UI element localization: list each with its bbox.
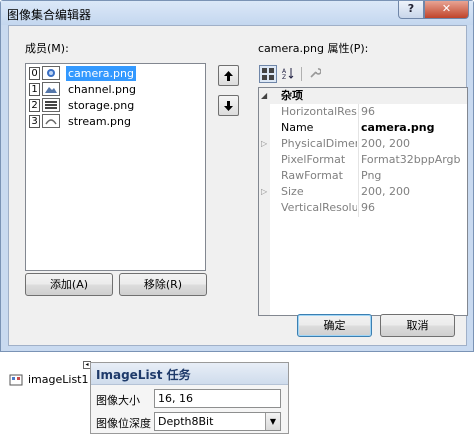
property-pages-button[interactable] (306, 65, 324, 83)
arrow-up-icon (224, 71, 233, 81)
members-label: 成员(M): (25, 42, 69, 55)
property-value: 96 (361, 201, 375, 214)
property-value: 200, 200 (361, 185, 410, 198)
item-index: 3 (29, 115, 40, 128)
property-value: Format32bppArgb (361, 153, 461, 166)
image-size-label: 图像大小 (96, 394, 140, 407)
remove-button[interactable]: 移除(R) (119, 273, 207, 296)
expand-icon[interactable]: ▷ (261, 184, 267, 200)
move-down-button[interactable] (218, 95, 239, 116)
property-name: PhysicalDimension (281, 137, 357, 150)
component-name: imageList1 (28, 373, 89, 386)
category-name: 杂项 (281, 89, 303, 102)
svg-text:Z: Z (282, 74, 286, 79)
item-index: 2 (29, 99, 40, 112)
expand-icon[interactable]: ▷ (261, 136, 267, 152)
properties-label: camera.png 属性(P): (258, 42, 369, 55)
categorized-button[interactable] (259, 65, 277, 83)
item-name: storage.png (68, 99, 135, 112)
property-grid: ◢ 杂项 HorizontalResolution 96 Name camera… (258, 87, 468, 316)
bit-depth-select[interactable]: Depth8Bit ▼ (154, 412, 281, 431)
list-item[interactable]: 2 storage.png (27, 98, 204, 113)
categorized-icon (262, 68, 274, 80)
property-row[interactable]: VerticalResolution 96 (270, 200, 467, 216)
collapse-icon[interactable]: ◢ (261, 88, 267, 104)
category-row[interactable]: ◢ 杂项 (261, 88, 467, 104)
property-name: PixelFormat (281, 153, 346, 166)
property-value: 200, 200 (361, 137, 410, 150)
image-size-input[interactable]: 16, 16 (154, 389, 281, 408)
ok-button[interactable]: 确定 (297, 314, 372, 337)
property-value: 96 (361, 105, 375, 118)
image-collection-editor-dialog: 图像集合编辑器 ? ✕ 成员(M): 0 camera.png 1 channe… (0, 0, 474, 352)
property-row[interactable]: RawFormat Png (270, 168, 467, 184)
property-name: RawFormat (281, 169, 343, 182)
component-imagelist1[interactable]: imageList1 (9, 371, 89, 391)
property-name: Name (281, 121, 314, 134)
property-name: Size (281, 185, 304, 198)
list-item[interactable]: 3 stream.png (27, 114, 204, 129)
add-button[interactable]: 添加(A) (25, 273, 113, 296)
list-item[interactable]: 1 channel.png (27, 82, 204, 97)
property-row[interactable]: Name camera.png (270, 120, 467, 136)
item-name: camera.png (66, 66, 136, 81)
arrow-down-icon (224, 101, 233, 111)
camera-thumbnail-icon (42, 66, 60, 80)
dialog-client-area: 成员(M): 0 camera.png 1 channel.png 2 stor… (8, 25, 468, 346)
property-grid-toolbar: AZ (258, 63, 468, 85)
wrench-icon (310, 68, 322, 78)
members-listbox[interactable]: 0 camera.png 1 channel.png 2 storage.png (25, 63, 206, 271)
property-row[interactable]: ▷ Size 200, 200 (261, 184, 467, 200)
property-grid-gutter (259, 88, 270, 315)
move-up-button[interactable] (218, 65, 239, 86)
cancel-button[interactable]: 取消 (380, 314, 455, 337)
property-row[interactable]: ▷ PhysicalDimension 200, 200 (261, 136, 467, 152)
sort-alphabetical-icon: AZ (282, 68, 294, 81)
tasks-title: ImageList 任务 (96, 368, 191, 382)
item-index: 0 (29, 67, 40, 80)
property-value: camera.png (361, 121, 435, 134)
chevron-down-icon[interactable]: ▼ (265, 413, 280, 430)
toolbar-separator (301, 67, 302, 81)
close-button[interactable]: ✕ (424, 1, 469, 19)
imagelist-tasks-panel: ImageList 任务 图像大小 16, 16 图像位深度 Depth8Bit… (90, 362, 289, 434)
item-index: 1 (29, 83, 40, 96)
list-item[interactable]: 0 camera.png (27, 66, 204, 81)
bit-depth-value: Depth8Bit (158, 415, 214, 428)
stream-thumbnail-icon (42, 114, 60, 128)
storage-thumbnail-icon (42, 98, 60, 112)
bit-depth-label: 图像位深度 (96, 417, 151, 430)
property-row[interactable]: PixelFormat Format32bppArgb (270, 152, 467, 168)
tasks-header: ImageList 任务 (91, 363, 288, 385)
property-name: HorizontalResolution (281, 105, 357, 118)
help-button[interactable]: ? (398, 1, 424, 19)
property-value: Png (361, 169, 382, 182)
title-bar[interactable]: 图像集合编辑器 ? ✕ (1, 1, 473, 25)
imagelist-component-icon (9, 374, 23, 386)
channel-thumbnail-icon (42, 82, 60, 96)
property-row[interactable]: HorizontalResolution 96 (270, 104, 467, 120)
property-name: VerticalResolution (281, 201, 357, 214)
dialog-title: 图像集合编辑器 (7, 8, 92, 22)
alphabetical-button[interactable]: AZ (279, 65, 297, 83)
item-name: stream.png (68, 115, 131, 128)
item-name: channel.png (68, 83, 136, 96)
